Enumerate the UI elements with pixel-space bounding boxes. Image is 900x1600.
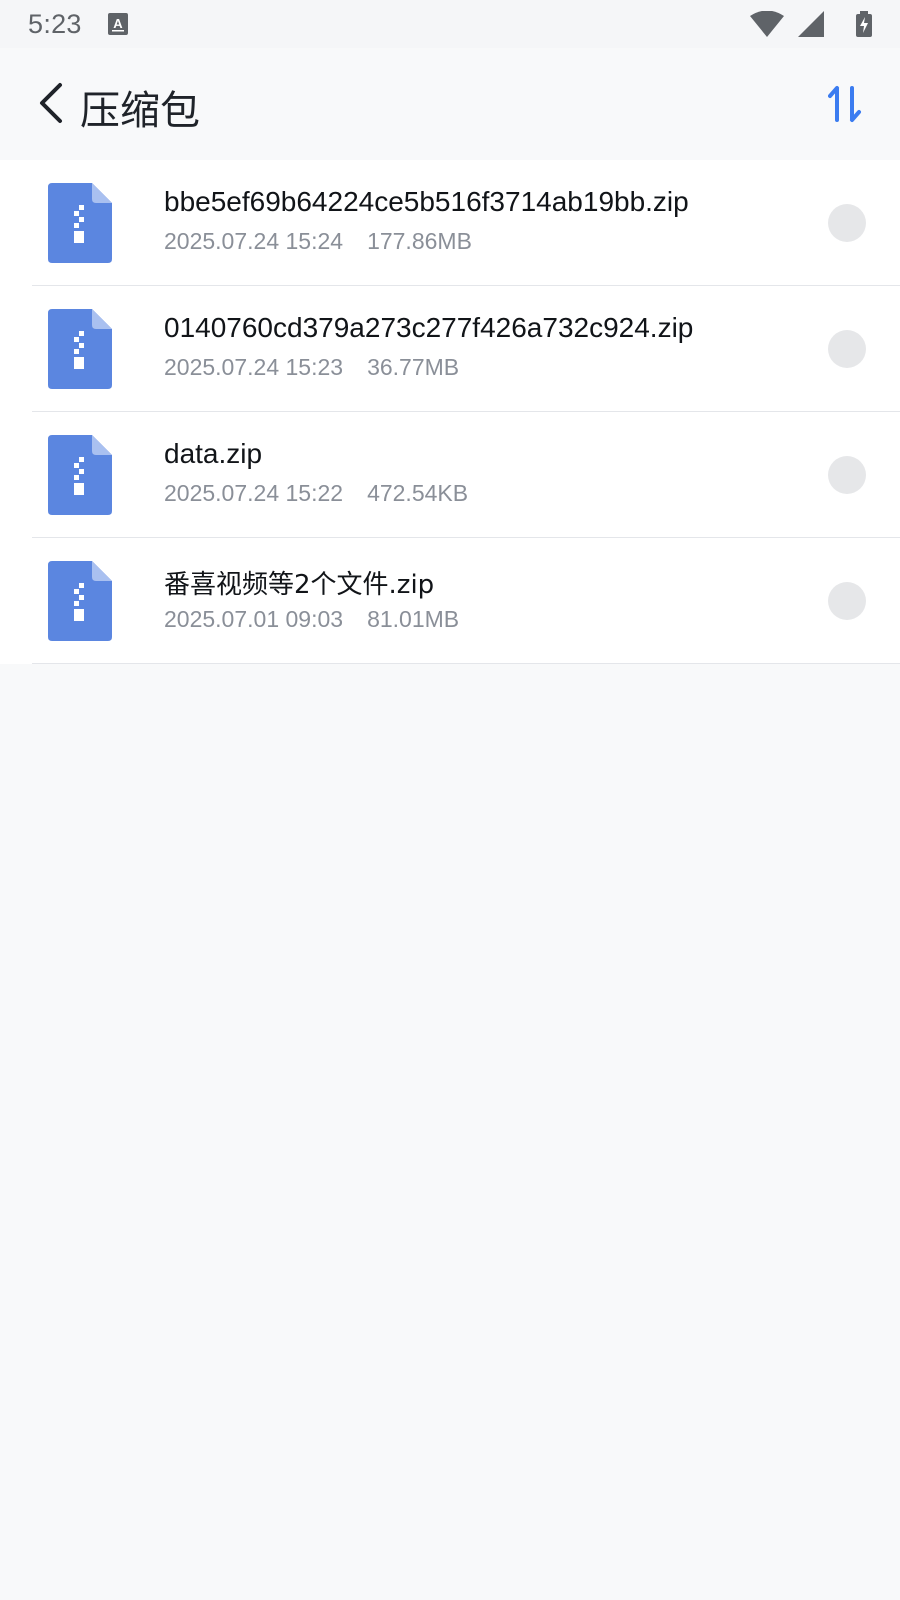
svg-text:A: A [113,16,123,31]
file-list: bbe5ef69b64224ce5b516f3714ab19bb.zip 202… [0,160,900,664]
zip-file-icon [48,561,112,641]
file-meta: 2025.07.24 15:22 472.54KB [164,480,468,507]
sort-icon [828,86,861,122]
status-time: 5:23 [28,9,82,39]
select-radio[interactable] [828,204,866,242]
text-input-icon: A [108,13,128,40]
select-radio[interactable] [828,582,866,620]
file-meta: 2025.07.01 09:03 81.01MB [164,606,459,633]
file-name: data.zip [164,438,263,469]
file-meta: 2025.07.24 15:24 177.86MB [164,228,472,255]
chevron-left-icon [40,83,62,123]
status-bar: 5:23 A [0,0,900,48]
divider [32,663,900,664]
sort-button[interactable] [828,84,862,124]
select-radio[interactable] [828,456,866,494]
file-row[interactable]: 番喜视频等2个文件.zip 2025.07.01 09:03 81.01MB [0,538,900,664]
select-radio[interactable] [828,330,866,368]
app-header: 压缩包 [0,48,900,160]
signal-icon [798,11,824,37]
file-row[interactable]: data.zip 2025.07.24 15:22 472.54KB [0,412,900,538]
file-name: 番喜视频等2个文件.zip [164,570,435,600]
battery-charging-icon [856,11,872,37]
zip-file-icon [48,183,112,263]
file-date: 2025.07.24 15:23 [164,354,344,380]
file-date: 2025.07.24 15:22 [164,480,344,506]
wifi-icon [750,11,784,37]
back-button[interactable] [32,81,72,125]
file-name: 0140760cd379a273c277f426a732c924.zip [164,312,694,343]
file-row[interactable]: bbe5ef69b64224ce5b516f3714ab19bb.zip 202… [0,160,900,286]
zip-file-icon [48,309,112,389]
file-size: 472.54KB [367,480,469,506]
file-name: bbe5ef69b64224ce5b516f3714ab19bb.zip [164,186,689,217]
file-date: 2025.07.24 15:24 [164,228,344,254]
zip-file-icon [48,435,112,515]
file-date: 2025.07.01 09:03 [164,606,344,632]
screen: 5:23 A 压缩包 bbe5ef69b64224ce5b516f3714ab1… [0,0,900,1600]
file-size: 36.77MB [367,354,460,380]
page-title: 压缩包 [80,88,200,134]
file-row[interactable]: 0140760cd379a273c277f426a732c924.zip 202… [0,286,900,412]
file-size: 177.86MB [367,228,472,254]
file-meta: 2025.07.24 15:23 36.77MB [164,354,459,381]
file-size: 81.01MB [367,606,460,632]
